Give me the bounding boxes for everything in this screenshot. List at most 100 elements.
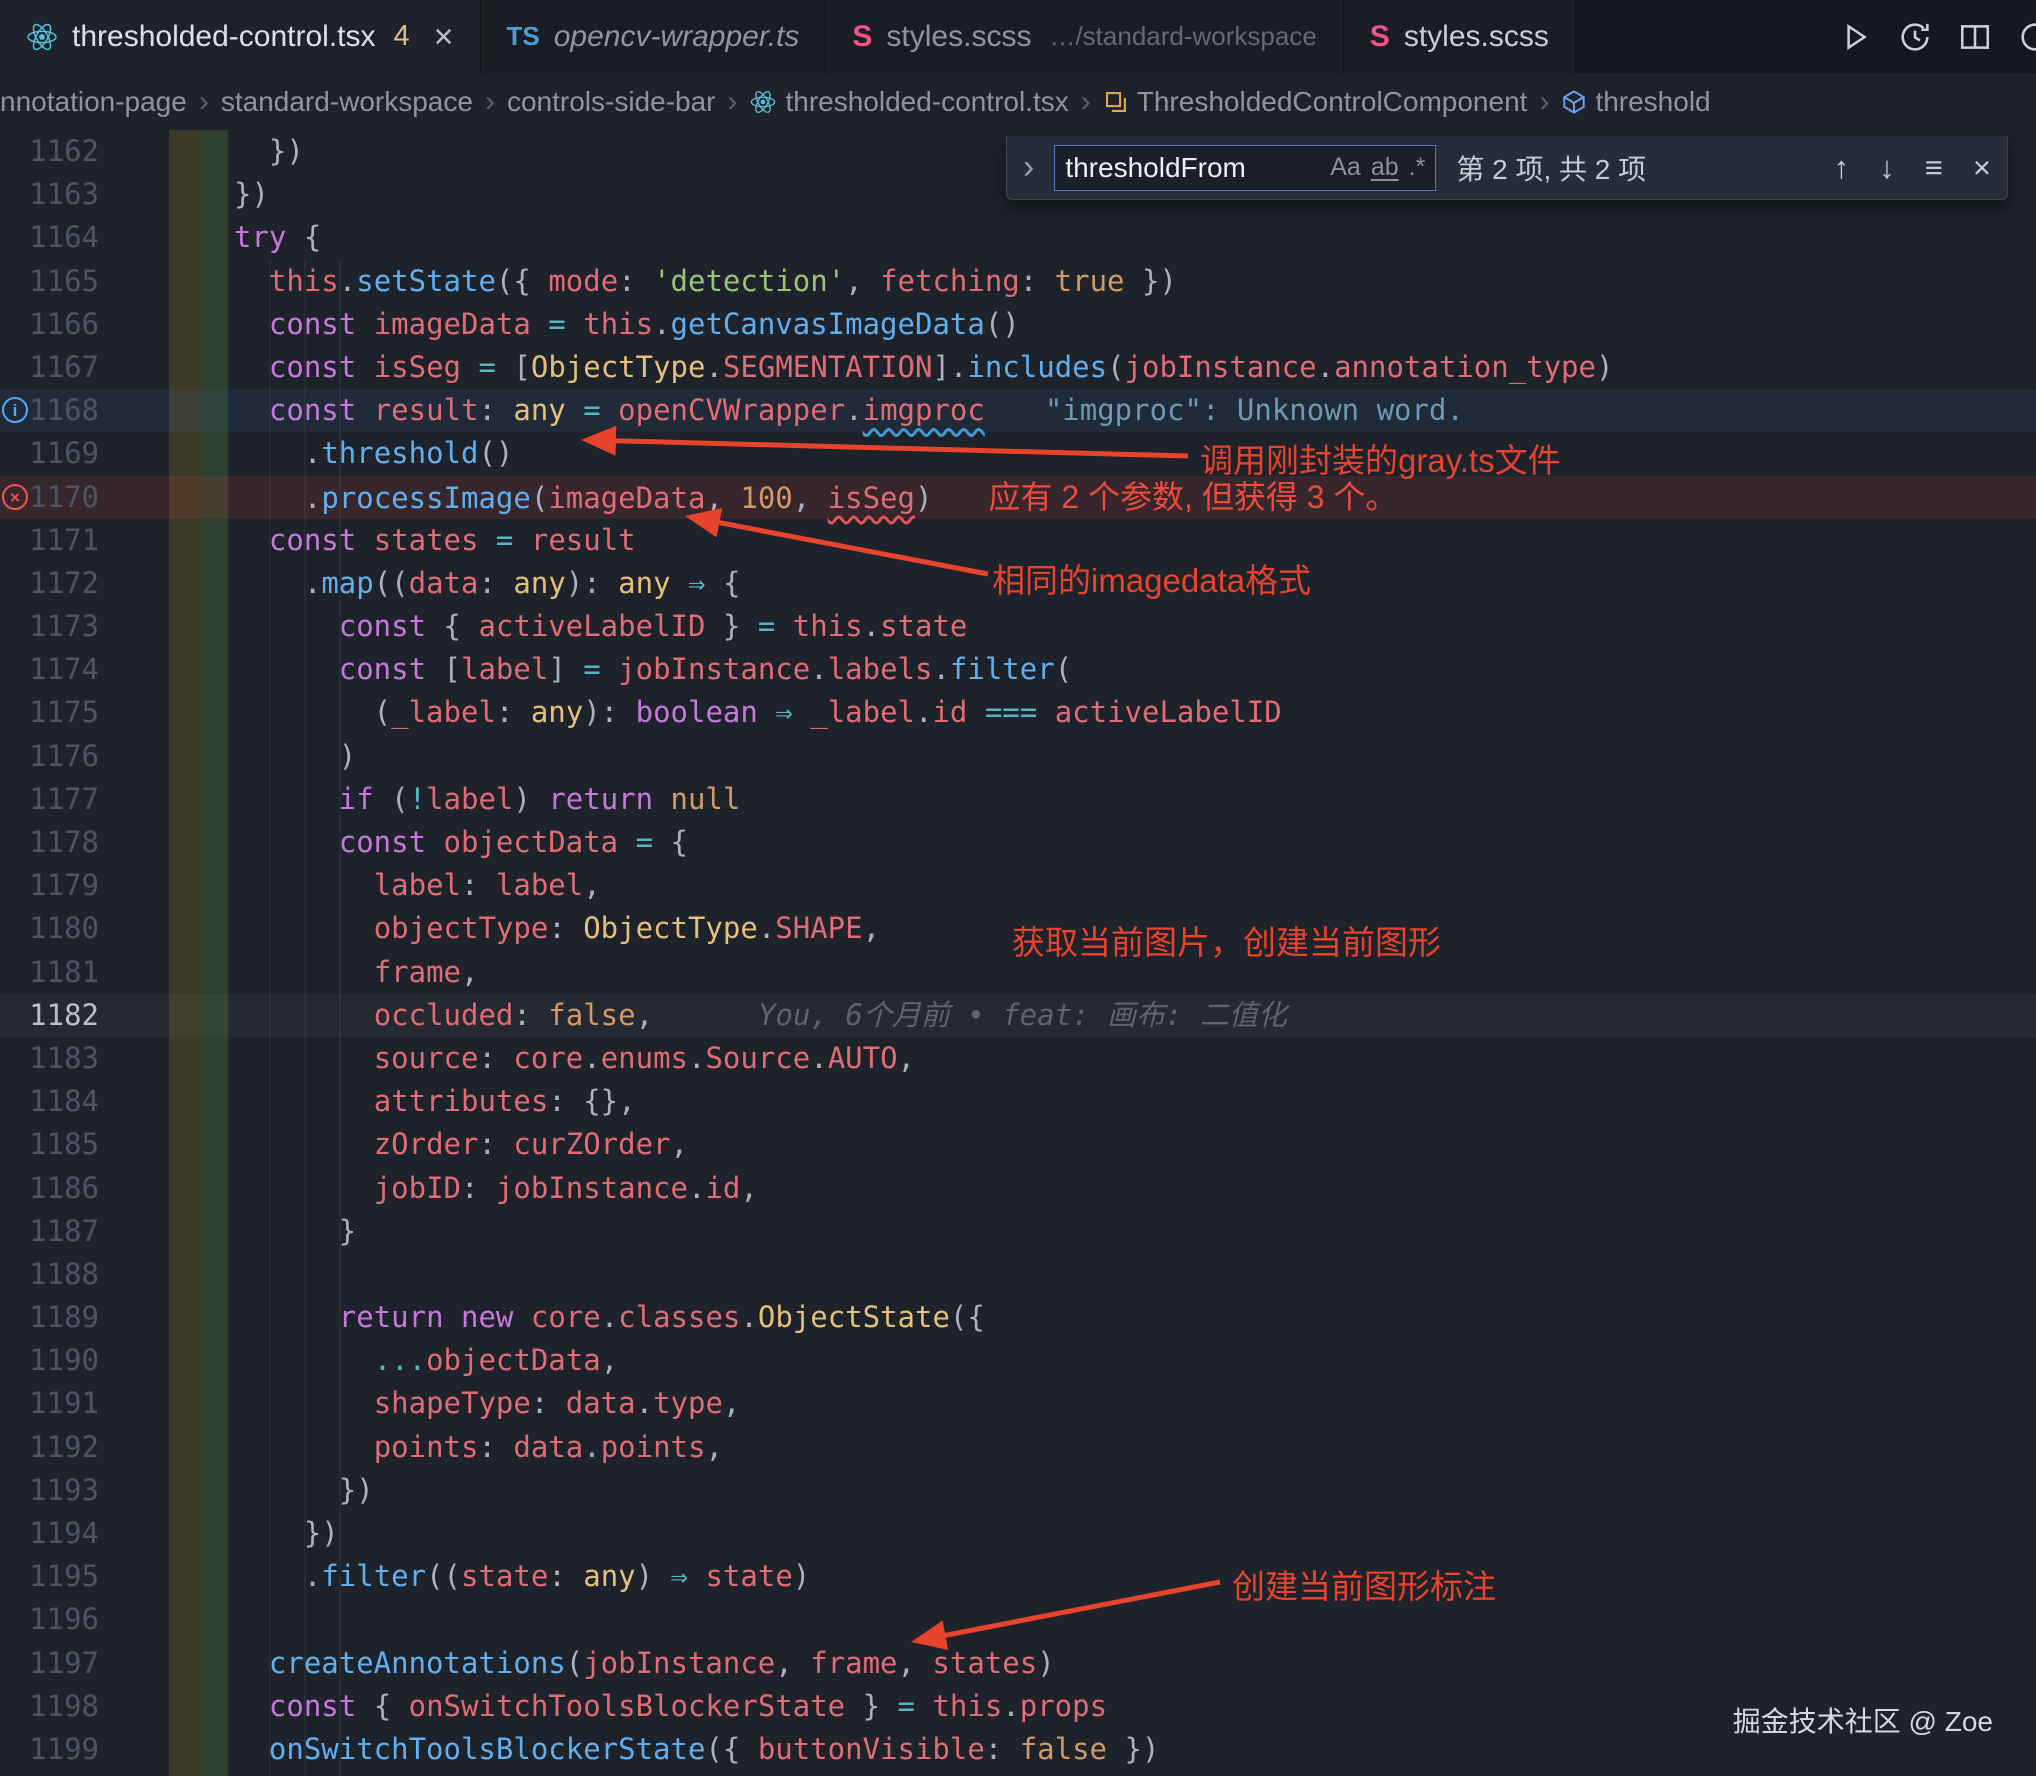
line-number: 1175 <box>0 691 99 734</box>
typescript-icon: TS <box>507 21 540 52</box>
code-line-1200[interactable]: 1200} catch (error: any) { <box>0 1771 2036 1776</box>
code-text: } catch (error: any) { <box>234 1771 618 1776</box>
line-number: 1171 <box>0 519 99 562</box>
code-line-1183[interactable]: 1183 source: core.enums.Source.AUTO, <box>0 1037 2036 1080</box>
code-text: const [label] = jobInstance.labels.filte… <box>234 648 1072 691</box>
vscode-window: thresholded-control.tsx 4 × TS opencv-wr… <box>0 0 2036 1776</box>
code-line-1184[interactable]: 1184 attributes: {}, <box>0 1080 2036 1123</box>
code-text: .map((data: any): any ⇒ { <box>234 562 740 605</box>
chevron-right-icon: › <box>727 85 737 119</box>
tab-styles-scss-1[interactable]: S styles.scss …/standard-workspace <box>826 0 1343 73</box>
code-line-1189[interactable]: 1189 return new core.classes.ObjectState… <box>0 1296 2036 1339</box>
code-line-1199[interactable]: 1199 onSwitchToolsBlockerState({ buttonV… <box>0 1728 2036 1771</box>
code-text: try { <box>234 216 321 259</box>
code-text: } <box>234 1210 356 1253</box>
close-icon[interactable]: × <box>434 20 454 54</box>
code-line-1166[interactable]: 1166 const imageData = this.getCanvasIma… <box>0 303 2036 346</box>
tab-styles-scss-2[interactable]: S styles.scss <box>1344 0 1576 73</box>
code-line-1177[interactable]: 1177 if (!label) return null <box>0 778 2036 821</box>
timeline-history-icon[interactable] <box>1898 20 1932 54</box>
next-match-icon[interactable]: ↓ <box>1879 150 1895 186</box>
code-line-1187[interactable]: 1187 } <box>0 1210 2036 1253</box>
code-line-1179[interactable]: 1179 label: label, <box>0 864 2036 907</box>
code-line-1164[interactable]: 1164try { <box>0 216 2036 259</box>
code-text: shapeType: data.type, <box>234 1382 740 1425</box>
tab-label: thresholded-control.tsx <box>72 20 376 54</box>
line-number: 1182 <box>0 994 99 1037</box>
line-number: 1194 <box>0 1512 99 1555</box>
code-line-1182[interactable]: 1182 occluded: false,You, 6个月前 • feat: 画… <box>0 994 2036 1037</box>
close-icon[interactable]: × <box>1973 150 1991 186</box>
line-number: 1188 <box>0 1253 99 1296</box>
code-line-1168[interactable]: i1168 const result: any = openCVWrapper.… <box>0 389 2036 432</box>
tab-opencv-wrapper[interactable]: TS opencv-wrapper.ts <box>481 0 827 73</box>
code-text: source: core.enums.Source.AUTO, <box>234 1037 915 1080</box>
errorlens-message: 应有 2 个参数, 但获得 3 个。 <box>988 479 1397 515</box>
code-text: }) <box>234 130 304 173</box>
code-line-1198[interactable]: 1198 const { onSwitchToolsBlockerState }… <box>0 1685 2036 1728</box>
code-line-1170[interactable]: ×1170 .processImage(imageData, 100, isSe… <box>0 476 2036 519</box>
line-number: 1184 <box>0 1080 99 1123</box>
code-line-1173[interactable]: 1173 const { activeLabelID } = this.stat… <box>0 605 2036 648</box>
tab-thresholded-control[interactable]: thresholded-control.tsx 4 × <box>0 0 481 73</box>
code-line-1178[interactable]: 1178 const objectData = { <box>0 821 2036 864</box>
run-button[interactable] <box>1838 20 1872 54</box>
code-line-1192[interactable]: 1192 points: data.points, <box>0 1426 2036 1469</box>
code-line-1167[interactable]: 1167 const isSeg = [ObjectType.SEGMENTAT… <box>0 346 2036 389</box>
code-line-1176[interactable]: 1176 ) <box>0 735 2036 778</box>
tab-label: styles.scss <box>1404 20 1549 54</box>
code-editor[interactable]: 1162 })1163})1164try {1165 this.setState… <box>0 130 2036 1776</box>
line-number: 1186 <box>0 1167 99 1210</box>
code-line-1174[interactable]: 1174 const [label] = jobInstance.labels.… <box>0 648 2036 691</box>
breadcrumb-item[interactable]: nnotation-page <box>0 86 187 118</box>
code-line-1185[interactable]: 1185 zOrder: curZOrder, <box>0 1123 2036 1166</box>
code-line-1195[interactable]: 1195 .filter((state: any) ⇒ state) <box>0 1555 2036 1598</box>
cube-symbol-icon <box>1561 89 1587 115</box>
breadcrumb: nnotation-page › standard-workspace › co… <box>0 73 2036 130</box>
code-line-1194[interactable]: 1194 }) <box>0 1512 2036 1555</box>
whole-word-icon[interactable]: ab <box>1371 153 1399 182</box>
code-line-1171[interactable]: 1171 const states = result <box>0 519 2036 562</box>
code-line-1175[interactable]: 1175 (_label: any): boolean ⇒ _label.id … <box>0 691 2036 734</box>
previous-match-icon[interactable]: ↑ <box>1834 150 1850 186</box>
code-line-1196[interactable]: 1196 <box>0 1598 2036 1641</box>
split-editor-icon[interactable] <box>1958 20 1992 54</box>
code-line-1186[interactable]: 1186 jobID: jobInstance.id, <box>0 1167 2036 1210</box>
code-text: .filter((state: any) ⇒ state) <box>234 1555 810 1598</box>
code-line-1165[interactable]: 1165 this.setState({ mode: 'detection', … <box>0 260 2036 303</box>
code-line-1172[interactable]: 1172 .map((data: any): any ⇒ { <box>0 562 2036 605</box>
breadcrumb-item-symbol[interactable]: threshold <box>1561 86 1710 118</box>
line-number: 1178 <box>0 821 99 864</box>
breadcrumb-item[interactable]: standard-workspace <box>221 86 473 118</box>
code-text: if (!label) return null <box>234 778 740 821</box>
line-number: 1185 <box>0 1123 99 1166</box>
line-number: 1193 <box>0 1469 99 1512</box>
code-line-1188[interactable]: 1188 <box>0 1253 2036 1296</box>
line-number: 1174 <box>0 648 99 691</box>
code-line-1169[interactable]: 1169 .threshold() <box>0 432 2036 475</box>
line-number: 1192 <box>0 1426 99 1469</box>
match-case-icon[interactable]: Aa <box>1330 153 1361 182</box>
breadcrumb-item-file[interactable]: thresholded-control.tsx <box>749 86 1068 118</box>
code-text: }) <box>234 1469 374 1512</box>
code-line-1197[interactable]: 1197 createAnnotations(jobInstance, fram… <box>0 1642 2036 1685</box>
more-actions-icon[interactable] <box>2018 20 2036 54</box>
breadcrumb-item[interactable]: controls-side-bar <box>507 86 716 118</box>
code-line-1180[interactable]: 1180 objectType: ObjectType.SHAPE, <box>0 907 2036 950</box>
find-in-selection-icon[interactable]: ≡ <box>1925 150 1943 186</box>
code-text: attributes: {}, <box>234 1080 636 1123</box>
breadcrumb-item-class[interactable]: ThresholdedControlComponent <box>1103 86 1528 118</box>
regex-icon[interactable]: .* <box>1409 153 1426 182</box>
line-number: 1173 <box>0 605 99 648</box>
line-number: 1197 <box>0 1642 99 1685</box>
find-input[interactable] <box>1065 152 1320 184</box>
expand-replace-icon[interactable]: › <box>1023 148 1034 187</box>
line-number: 1163 <box>0 173 99 216</box>
code-line-1181[interactable]: 1181 frame, <box>0 951 2036 994</box>
line-number: 1190 <box>0 1339 99 1382</box>
line-number: 1179 <box>0 864 99 907</box>
line-number: 1167 <box>0 346 99 389</box>
code-line-1190[interactable]: 1190 ...objectData, <box>0 1339 2036 1382</box>
code-line-1191[interactable]: 1191 shapeType: data.type, <box>0 1382 2036 1425</box>
code-line-1193[interactable]: 1193 }) <box>0 1469 2036 1512</box>
